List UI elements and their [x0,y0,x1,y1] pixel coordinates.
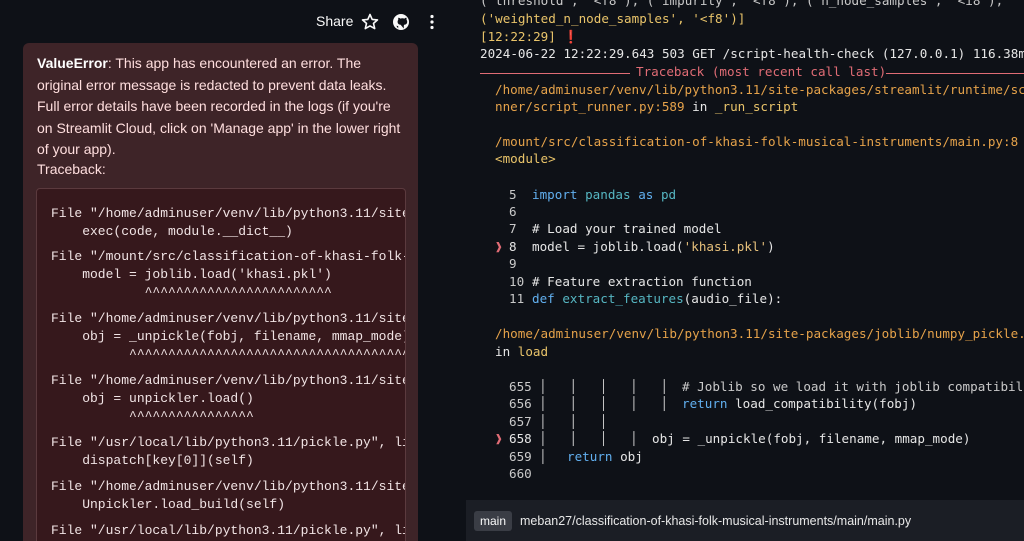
log-time: [12:22:29] [480,29,556,44]
code-line: model = joblib.load('khasi.pkl') [532,239,775,254]
traceback-path: /home/adminuser/venv/lib/python3.11/site… [495,326,1024,341]
log-dtype-text: ('weighted_n_node_samples', '<f8')] [480,11,746,26]
app-panel: Share ValueError: This app has encounter… [0,0,466,541]
exclamation-icon: ❗ [563,29,580,44]
traceback-line: ^^^^^^^^^^^^^^^^ [51,409,254,424]
path-in: in [684,99,715,114]
code-indent-guides: │ [539,449,547,464]
traceback-line: ^^^^^^^^^^^^^^^^^^^^^^^^^^^^^^^^^^^^ [51,347,406,362]
code-line-number: 7 [509,221,517,236]
traceback-rule-left [480,73,630,74]
traceback-line: File "/home/adminuser/venv/lib/python3.1… [51,206,406,221]
traceback-line: obj = _unpickle(fobj, filename, mmap_mod… [51,329,406,344]
app-toolbar: Share [0,0,466,44]
traceback-line: File "/usr/local/lib/python3.11/pickle.p… [51,523,406,538]
error-type: ValueError [37,55,108,71]
path-line-number: :589 [654,99,685,114]
code-line-number: 6 [509,204,517,219]
traceback-line: ^^^^^^^^^^^^^^^^^^^^^^^^ [51,285,332,300]
code-line: # Joblib so we load it with joblib compa… [682,379,1024,394]
path-in: in [495,344,518,359]
code-indent-guides: │ │ │ │ │ [539,396,668,411]
error-box: ValueError: This app has encountered an … [23,43,418,541]
code-line-number: 656 [509,396,532,411]
code-line-number: 658 [509,431,532,446]
traceback-line: File "/home/adminuser/venv/lib/python3.1… [51,373,406,388]
path-line-number: :8 [1003,134,1019,149]
code-line-number: 9 [509,256,517,271]
star-icon[interactable] [360,12,380,32]
traceback-box[interactable]: File "/home/adminuser/venv/lib/python3.1… [36,188,406,541]
current-line-marker-icon: ❱ [495,431,503,446]
traceback-path: nner/script_runner.py:589 in _run_script [495,99,798,114]
code-alias: pd [660,187,677,202]
code-line: def extract_features(audio_file): [532,291,783,306]
traceback-path: /mount/src/classification-of-khasi-folk-… [495,134,1024,149]
log-timestamp-line: [12:22:29] ❗ [480,29,579,45]
more-menu-icon[interactable] [422,12,442,32]
code-line-number: 660 [509,466,532,481]
code-keyword: import [532,187,578,202]
traceback-line: File "/usr/local/lib/python3.11/pickle.p… [51,435,406,450]
code-indent-guides: │ │ │ [539,414,608,429]
code-line: import pandas as pd [532,187,676,202]
code-line: obj = _unpickle(fobj, filename, mmap_mod… [652,431,971,446]
code-line-number: 5 [509,187,517,202]
code-function: extract_features [562,291,684,306]
path-file: /mount/src/classification-of-khasi-folk-… [495,134,1003,149]
traceback-line: Unpickler.load_build(self) [51,497,286,512]
code-module: pandas [585,187,631,202]
code-line-number: 11 [509,291,525,306]
code-line-number: 10 [509,274,525,289]
path-function: <module> [495,151,556,166]
traceback-line: File "/mount/src/classification-of-khasi… [51,249,406,264]
code-line: # Feature extraction function [532,274,752,289]
github-icon[interactable] [391,12,411,32]
path-function: load [517,344,549,359]
log-line: ('weighted_n_node_samples', '<f8')] [480,11,745,26]
traceback-path: in load [495,344,548,359]
code-line: return obj [567,449,643,464]
code-line: return load_compatibility(fobj) [682,396,918,411]
code-keyword: as [638,187,654,202]
traceback-line: obj = unpickler.load() [51,391,254,406]
share-button[interactable]: Share [316,13,353,29]
traceback-title: Traceback (most recent call last) [636,64,887,79]
code-line-number: 8 [509,239,517,254]
code-string: 'khasi.pkl' [683,239,768,254]
console-footer: main meban27/classification-of-khasi-fol… [466,500,1024,541]
current-line-marker-icon: ❱ [495,239,503,254]
path-file: nner/script_runner.py [495,99,655,114]
traceback-line: model = joblib.load('khasi.pkl') [51,267,332,282]
log-console[interactable]: ('threshold', '<f8'), ('impurity', '<f8'… [466,0,1024,541]
traceback-line: File "/home/adminuser/venv/lib/python3.1… [51,479,406,494]
traceback-rule-right [886,73,1024,74]
health-check-line: 2024-06-22 12:22:29.643 503 GET /script-… [480,46,1024,61]
code-indent-guides: │ │ │ │ │ [539,379,668,394]
path-function: _run_script [714,99,799,114]
traceback-line: File "/home/adminuser/venv/lib/python3.1… [51,311,406,326]
code-line: # Load your trained model [532,221,722,236]
traceback-line: dispatch[key[0]](self) [51,453,254,468]
code-indent-guides: │ │ │ │ [539,431,638,446]
traceback-label: Traceback: [37,161,106,177]
traceback-path: /home/adminuser/venv/lib/python3.11/site… [495,82,1024,97]
branch-badge[interactable]: main [474,511,513,531]
error-message: ValueError: This app has encountered an … [37,53,403,161]
code-keyword: return [682,396,728,411]
code-line-number: 657 [509,414,532,429]
code-keyword: def [532,291,555,306]
traceback-line: exec(code, module.__dict__) [51,224,293,239]
code-line-number: 655 [509,379,532,394]
log-line: ('threshold', '<f8'), ('impurity', '<f8'… [480,0,1004,8]
repo-path[interactable]: meban27/classification-of-khasi-folk-mus… [520,514,911,528]
code-keyword: return [567,449,613,464]
path-in: in [1018,134,1024,149]
code-line-number: 659 [509,449,532,464]
